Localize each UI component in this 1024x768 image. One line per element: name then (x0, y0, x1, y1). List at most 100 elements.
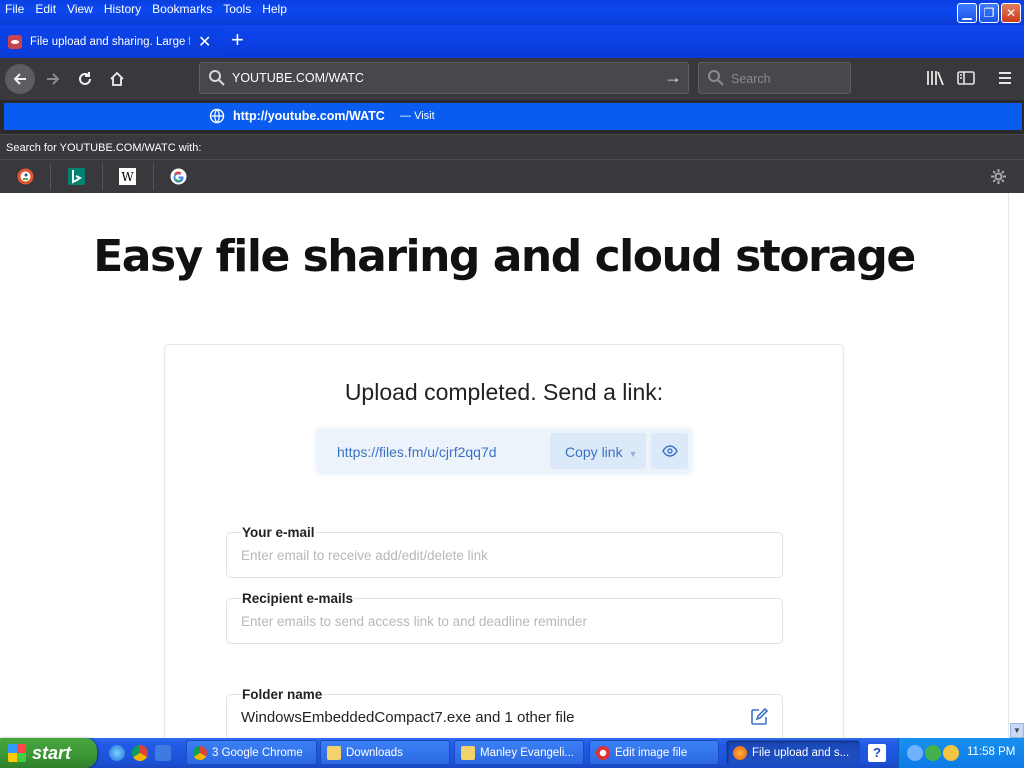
suggestion-row[interactable]: http://youtube.com/WATC — Visit (4, 103, 1022, 130)
chrome-app-icon (596, 745, 610, 760)
recipient-label: Recipient e-mails (241, 591, 355, 606)
copy-link-label: Copy link (565, 444, 623, 460)
library-button[interactable] (926, 70, 944, 91)
safely-remove-tray-icon[interactable] (925, 745, 941, 761)
preview-button[interactable] (651, 433, 688, 469)
menu-view[interactable]: View (62, 0, 99, 18)
duckduckgo-icon[interactable] (17, 168, 34, 185)
taskbar-manley-button[interactable]: Manley Evangeli... (454, 740, 584, 765)
recipient-placeholder: Enter emails to send access link to and … (241, 614, 587, 629)
library-icon (927, 71, 944, 86)
search-settings-button[interactable] (990, 168, 1007, 190)
tab-strip: File upload and sharing. Large file ✕ + (0, 25, 1024, 58)
upload-heading: Upload completed. Send a link: (344, 379, 664, 405)
scrollbar-thumb[interactable] (1011, 195, 1023, 715)
taskbar-downloads-button[interactable]: Downloads (320, 740, 450, 765)
system-tray: 11:58 PM (898, 738, 1024, 768)
taskbar-manley-label: Manley Evangeli... (480, 746, 574, 759)
network-tray-icon[interactable] (907, 745, 923, 761)
back-arrow-icon (13, 73, 26, 85)
visit-label: Visit (414, 110, 435, 122)
navigation-toolbar: YOUTUBE.COM/WATC → Search (0, 58, 1024, 100)
home-button[interactable] (102, 64, 132, 94)
menu-bookmarks[interactable]: Bookmarks (147, 0, 218, 18)
sidebar-button[interactable] (957, 70, 975, 91)
chrome-quicklaunch-icon[interactable] (132, 745, 148, 761)
start-label: start (32, 742, 72, 763)
suggestion-action: — Visit (400, 110, 435, 122)
taskbar: start 3 Google Chrome Downloads Manley E… (0, 738, 1024, 768)
address-text[interactable]: YOUTUBE.COM/WATC (232, 71, 364, 85)
engine-separator (50, 163, 51, 190)
wikipedia-icon[interactable]: W (119, 168, 136, 185)
close-icon: ✕ (1005, 6, 1017, 20)
upload-card: Upload completed. Send a link: https://f… (164, 344, 844, 738)
files-fm-favicon-icon (8, 34, 22, 49)
firefox-icon (733, 745, 747, 760)
address-bar[interactable]: YOUTUBE.COM/WATC → (199, 62, 689, 94)
menu-history[interactable]: History (99, 0, 147, 18)
reload-button[interactable] (70, 64, 100, 94)
start-button[interactable]: start (0, 738, 97, 768)
folder-label: Folder name (241, 687, 324, 702)
ie-quicklaunch-icon[interactable] (109, 745, 125, 761)
back-button[interactable] (5, 64, 35, 94)
search-engines-row: W (0, 159, 1024, 193)
forward-button[interactable] (38, 64, 68, 94)
new-tab-button[interactable]: + (231, 29, 244, 51)
menu-tools[interactable]: Tools (218, 0, 257, 18)
suggestion-url[interactable]: http://youtube.com/WATC (233, 109, 385, 123)
minimize-button[interactable]: ▁ (957, 3, 977, 23)
vertical-scrollbar[interactable]: ▼ (1008, 193, 1024, 738)
sidebar-icon (957, 71, 975, 85)
copy-link-button[interactable]: Copy link ▼ (550, 433, 646, 469)
taskbar-firefox-label: File upload and s... (752, 746, 850, 759)
svg-text:W: W (121, 170, 134, 184)
menu-help[interactable]: Help (257, 0, 293, 18)
taskbar-chrome-button[interactable]: 3 Google Chrome (186, 740, 317, 765)
scroll-down-arrow-icon[interactable]: ▼ (1010, 723, 1024, 738)
edit-icon[interactable] (750, 708, 768, 726)
go-arrow-icon[interactable]: → (664, 67, 682, 88)
dropdown-caret-icon: ▼ (628, 449, 638, 459)
url-suggestions: http://youtube.com/WATC — Visit (0, 100, 1024, 134)
restore-icon: ❐ (983, 6, 995, 20)
taskbar-chrome-label: 3 Google Chrome (212, 746, 303, 759)
taskbar-downloads-label: Downloads (346, 746, 403, 759)
web-page: Easy file sharing and cloud storage Uplo… (0, 193, 1008, 738)
menu-bar: File Edit View History Bookmarks Tools H… (0, 0, 293, 18)
clock: 11:58 PM (967, 746, 1016, 758)
restore-button[interactable]: ❐ (979, 3, 999, 23)
email-label: Your e-mail (241, 525, 316, 540)
search-tray-icon[interactable] (943, 745, 959, 761)
bing-icon[interactable] (68, 168, 85, 185)
chrome-icon (193, 745, 207, 760)
taskbar-edit-image-button[interactable]: Edit image file (589, 740, 719, 765)
folder-name-value[interactable]: WindowsEmbeddedCompact7.exe and 1 other … (241, 709, 575, 726)
help-icon[interactable]: ? (868, 744, 886, 762)
search-placeholder: Search (731, 72, 771, 86)
tab-close-icon[interactable]: ✕ (198, 32, 211, 52)
tab-active[interactable]: File upload and sharing. Large file ✕ (0, 25, 222, 58)
google-icon[interactable] (170, 168, 187, 185)
search-bar[interactable]: Search (698, 62, 851, 94)
menu-button[interactable] (997, 70, 1013, 91)
folder-icon (461, 745, 475, 760)
search-with-bar: Search for YOUTUBE.COM/WATC with: (0, 134, 1024, 159)
globe-icon (209, 108, 225, 124)
menu-file[interactable]: File (0, 0, 30, 18)
search-icon (708, 70, 724, 86)
windows-logo-icon (8, 744, 26, 762)
close-window-button[interactable]: ✕ (1001, 3, 1021, 23)
eye-icon (661, 445, 678, 457)
share-link[interactable]: https://files.fm/u/cjrf2qq7d (337, 444, 497, 460)
taskbar-firefox-button[interactable]: File upload and s... (726, 740, 860, 765)
hamburger-icon (999, 72, 1011, 84)
folder-icon (327, 745, 341, 760)
engine-separator (153, 163, 154, 190)
desktop-quicklaunch-icon[interactable] (155, 745, 171, 761)
menu-edit[interactable]: Edit (30, 0, 62, 18)
reload-icon (79, 72, 91, 85)
search-with-label: Search for YOUTUBE.COM/WATC with: (6, 142, 202, 154)
gear-icon (991, 169, 1006, 184)
